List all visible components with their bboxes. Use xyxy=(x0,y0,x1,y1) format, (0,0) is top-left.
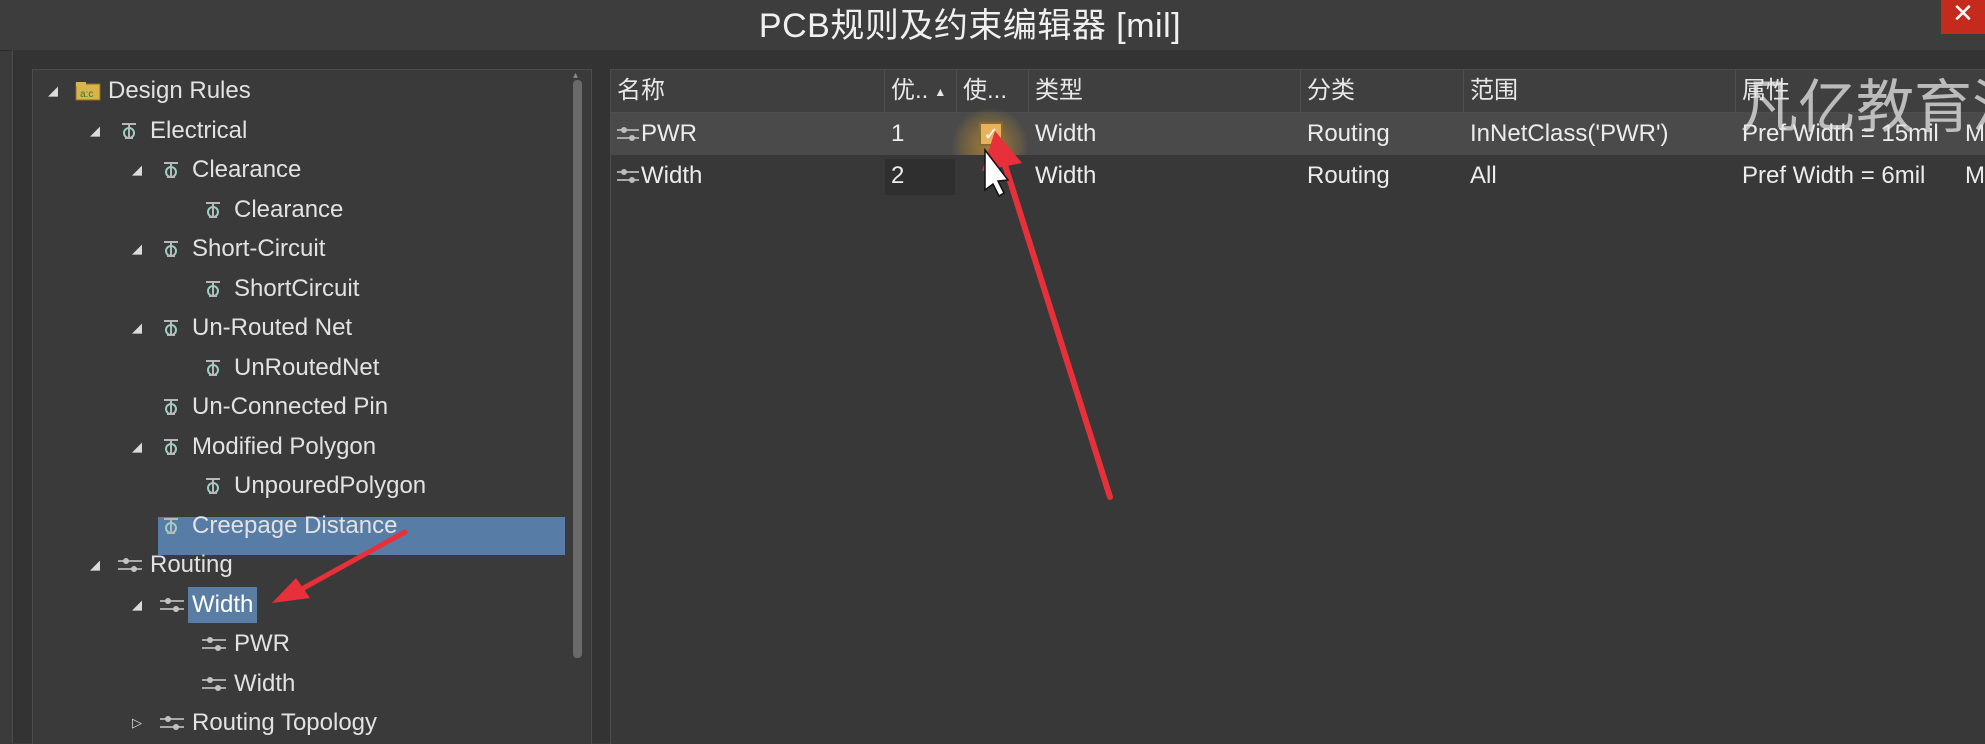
rule-icon xyxy=(164,518,178,534)
tree-item-label: Modified Polygon xyxy=(192,433,377,460)
rule-name: Width xyxy=(641,162,703,189)
column-header-name[interactable]: 名称 xyxy=(611,70,885,112)
rule-icon xyxy=(164,241,178,257)
rule-category: Routing xyxy=(1307,162,1390,189)
tree-scrollbar[interactable] xyxy=(573,80,582,658)
tree-item-label: Width xyxy=(234,670,296,697)
rule-icon xyxy=(164,399,178,415)
svg-text:a:c: a:c xyxy=(80,89,93,100)
enabled-checkbox[interactable]: ✓ xyxy=(979,122,1003,146)
column-header-priority[interactable]: 优.. ▲ xyxy=(885,70,957,112)
column-header-category[interactable]: 分类 xyxy=(1301,70,1464,112)
tree-item-label: PWR xyxy=(234,630,290,657)
collapse-toggle-icon[interactable]: ◢ xyxy=(128,152,146,188)
column-header-scope[interactable]: 范围 xyxy=(1464,70,1736,112)
rule-name: PWR xyxy=(641,120,697,147)
rule-icon xyxy=(206,202,220,218)
scroll-up-arrow-icon[interactable]: ▴ xyxy=(573,71,583,81)
tree-item-label: ShortCircuit xyxy=(234,275,360,302)
rule-icon xyxy=(206,360,220,376)
close-button[interactable]: ✕ xyxy=(1941,0,1985,34)
collapse-toggle-icon[interactable]: ◢ xyxy=(44,73,62,109)
rule-priority: 2 xyxy=(891,162,905,189)
tree-item-label: UnRoutedNet xyxy=(234,354,380,381)
tree-item-label: Design Rules xyxy=(108,77,251,104)
rule-attributes-overflow: M xyxy=(1965,162,1985,189)
tree-item-label: UnpouredPolygon xyxy=(234,472,427,499)
collapse-toggle-icon[interactable]: ◢ xyxy=(128,587,146,623)
rule-icon xyxy=(164,439,178,455)
column-header-enabled[interactable]: 使... xyxy=(957,70,1029,112)
table-row[interactable]: Width 2 Width Routing All Pref Width = 6… xyxy=(611,155,1985,197)
routing-rule-icon xyxy=(160,716,184,730)
title-bar: PCB规则及约束编辑器 [mil] ✕ xyxy=(0,0,1985,51)
tree-item-label: Un-Routed Net xyxy=(192,314,353,341)
design-rules-folder-icon: a:c xyxy=(75,82,101,101)
rule-icon xyxy=(164,320,178,336)
routing-rule-icon xyxy=(118,558,142,572)
collapse-toggle-icon[interactable]: ◢ xyxy=(128,231,146,267)
rule-category: Routing xyxy=(1307,120,1390,147)
watermark: 凡亿教育活 xyxy=(1740,75,1985,140)
tree-item-label: Width xyxy=(188,587,258,623)
tree-item-label: Clearance xyxy=(192,156,302,183)
sort-ascending-icon: ▲ xyxy=(934,84,947,99)
tree-item-label: Short-Circuit xyxy=(192,235,326,262)
collapse-toggle-icon[interactable]: ◢ xyxy=(86,113,104,149)
rule-type: Width xyxy=(1035,120,1097,147)
expand-toggle-icon[interactable]: ▷ xyxy=(128,705,146,741)
rule-priority: 1 xyxy=(891,120,905,147)
rule-scope: InNetClass('PWR') xyxy=(1470,120,1669,147)
rule-icon xyxy=(164,162,178,178)
tree-item-label: Electrical xyxy=(150,117,248,144)
tree-item-label: Routing Topology xyxy=(192,709,378,736)
rule-icon xyxy=(206,478,220,494)
collapse-toggle-icon[interactable]: ◢ xyxy=(86,547,104,583)
rules-grid-panel: 名称 优.. ▲ 使... 类型 分类 范围 属性 PWR 1 ✓ Width R… xyxy=(610,69,1985,744)
collapse-toggle-icon[interactable]: ◢ xyxy=(128,310,146,346)
routing-rule-icon xyxy=(202,677,226,691)
tree-item-label: Clearance xyxy=(234,196,344,223)
rule-attributes: Pref Width = 6mil xyxy=(1742,162,1926,189)
window-title: PCB规则及约束编辑器 [mil] xyxy=(758,7,1182,45)
tree-item-label: Routing xyxy=(150,551,233,578)
rule-scope: All xyxy=(1470,162,1497,189)
routing-rule-icon xyxy=(202,637,226,651)
column-header-type[interactable]: 类型 xyxy=(1029,70,1301,112)
collapse-toggle-icon[interactable]: ◢ xyxy=(128,429,146,465)
tree-item-label: Un-Connected Pin xyxy=(192,393,389,420)
tree-item-label: Creepage Distance xyxy=(192,512,398,539)
routing-rule-icon xyxy=(160,598,184,612)
rule-icon xyxy=(122,123,136,139)
rule-type: Width xyxy=(1035,162,1097,189)
rule-icon xyxy=(206,281,220,297)
